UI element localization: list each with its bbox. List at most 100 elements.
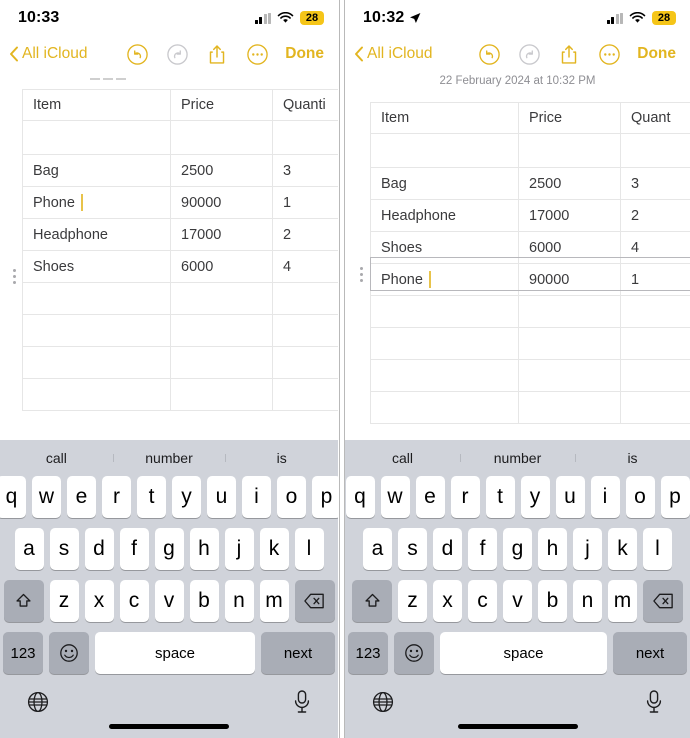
column-header-quantity[interactable]: Quanti bbox=[272, 89, 338, 121]
key-d[interactable]: d bbox=[84, 528, 114, 570]
cell-item[interactable]: Shoes bbox=[370, 231, 519, 264]
column-header-quantity[interactable]: Quant bbox=[620, 102, 690, 134]
cell-item[interactable] bbox=[22, 314, 171, 347]
key-l[interactable]: l bbox=[643, 528, 672, 570]
cell-price[interactable] bbox=[170, 120, 273, 155]
cell-quantity[interactable]: 1 bbox=[620, 263, 690, 296]
cell-price[interactable] bbox=[170, 282, 273, 315]
key-o[interactable]: o bbox=[625, 476, 655, 518]
cell-quantity[interactable] bbox=[272, 120, 338, 155]
back-button-left[interactable]: All iCloud bbox=[0, 45, 87, 63]
cell-quantity[interactable]: 4 bbox=[272, 250, 338, 283]
cell-quantity[interactable] bbox=[272, 282, 338, 315]
cell-item[interactable] bbox=[370, 391, 519, 424]
table-row[interactable]: Bag 2500 3 bbox=[22, 154, 338, 187]
key-d[interactable]: d bbox=[433, 528, 462, 570]
cell-price[interactable] bbox=[518, 359, 621, 392]
key-i[interactable]: i bbox=[242, 476, 271, 518]
row-drag-handle-left[interactable] bbox=[8, 260, 20, 292]
numeric-key-left[interactable]: 123 bbox=[3, 632, 43, 674]
cell-price[interactable]: 2500 bbox=[170, 154, 273, 187]
key-e[interactable]: e bbox=[415, 476, 445, 518]
cell-quantity[interactable] bbox=[620, 133, 690, 168]
key-q[interactable]: q bbox=[345, 476, 375, 518]
key-n[interactable]: n bbox=[573, 580, 602, 622]
key-a[interactable]: a bbox=[363, 528, 392, 570]
cell-item[interactable] bbox=[370, 359, 519, 392]
share-button-left[interactable] bbox=[197, 43, 237, 66]
delete-key-left[interactable] bbox=[294, 580, 335, 622]
key-e[interactable]: e bbox=[67, 476, 96, 518]
cell-price[interactable]: 17000 bbox=[518, 199, 621, 232]
key-q[interactable]: q bbox=[0, 476, 26, 518]
cell-quantity[interactable] bbox=[272, 346, 338, 379]
key-i[interactable]: i bbox=[590, 476, 620, 518]
done-button-left[interactable]: Done bbox=[277, 45, 338, 63]
key-n[interactable]: n bbox=[224, 580, 254, 622]
prediction-1[interactable]: call bbox=[0, 450, 113, 466]
back-button-right[interactable]: All iCloud bbox=[345, 45, 432, 63]
cell-price[interactable] bbox=[518, 295, 621, 328]
cell-price[interactable] bbox=[518, 327, 621, 360]
cell-quantity[interactable]: 2 bbox=[272, 218, 338, 251]
cell-item[interactable]: Phone bbox=[370, 263, 519, 296]
key-v[interactable]: v bbox=[154, 580, 184, 622]
key-k[interactable]: k bbox=[608, 528, 637, 570]
key-r[interactable]: r bbox=[450, 476, 480, 518]
key-x[interactable]: x bbox=[433, 580, 462, 622]
cell-quantity[interactable]: 1 bbox=[272, 186, 338, 219]
table-row[interactable] bbox=[22, 346, 338, 379]
prediction-3[interactable]: is bbox=[225, 450, 338, 466]
key-f[interactable]: f bbox=[468, 528, 497, 570]
table-row[interactable] bbox=[22, 282, 338, 315]
key-g[interactable]: g bbox=[154, 528, 184, 570]
cell-quantity[interactable] bbox=[620, 295, 690, 328]
cell-quantity[interactable]: 4 bbox=[620, 231, 690, 264]
cell-price[interactable]: 17000 bbox=[170, 218, 273, 251]
key-c[interactable]: c bbox=[119, 580, 149, 622]
shift-key-right[interactable] bbox=[352, 580, 392, 622]
table-row-editing[interactable]: Phone 90000 1 bbox=[370, 263, 690, 296]
cell-price[interactable]: 6000 bbox=[170, 250, 273, 283]
table-row[interactable] bbox=[370, 359, 690, 392]
key-v[interactable]: v bbox=[503, 580, 532, 622]
redo-button-left[interactable] bbox=[157, 43, 197, 66]
key-x[interactable]: x bbox=[84, 580, 114, 622]
key-p[interactable]: p bbox=[312, 476, 338, 518]
table-row-editing[interactable]: Phone 90000 1 bbox=[22, 186, 338, 219]
cell-item[interactable] bbox=[22, 378, 171, 411]
column-header-price[interactable]: Price bbox=[518, 102, 621, 134]
table-row[interactable] bbox=[22, 378, 338, 411]
table-row[interactable]: Shoes 6000 4 bbox=[370, 231, 690, 264]
undo-button-left[interactable] bbox=[117, 43, 157, 66]
cell-price[interactable]: 2500 bbox=[518, 167, 621, 200]
cell-price[interactable]: 90000 bbox=[518, 263, 621, 296]
key-s[interactable]: s bbox=[398, 528, 427, 570]
more-button-left[interactable] bbox=[237, 43, 277, 66]
column-header-item[interactable]: Item bbox=[22, 89, 171, 121]
key-u[interactable]: u bbox=[207, 476, 236, 518]
next-key-left[interactable]: next bbox=[261, 632, 335, 674]
key-b[interactable]: b bbox=[538, 580, 567, 622]
table-right[interactable]: Item Price Quant Bag 2500 3 Headphone 17… bbox=[370, 102, 690, 424]
cell-item[interactable]: Shoes bbox=[22, 250, 171, 283]
table-row[interactable] bbox=[370, 295, 690, 328]
cell-item[interactable]: Bag bbox=[370, 167, 519, 200]
key-b[interactable]: b bbox=[189, 580, 219, 622]
cell-price[interactable] bbox=[170, 378, 273, 411]
cell-item[interactable]: Headphone bbox=[22, 218, 171, 251]
cell-item[interactable]: Phone bbox=[22, 186, 171, 219]
key-m[interactable]: m bbox=[608, 580, 637, 622]
emoji-key-left[interactable] bbox=[49, 632, 89, 674]
more-button-right[interactable] bbox=[589, 43, 629, 66]
prediction-2[interactable]: number bbox=[460, 450, 575, 466]
done-button-right[interactable]: Done bbox=[629, 45, 690, 63]
cell-price[interactable] bbox=[518, 133, 621, 168]
key-w[interactable]: w bbox=[380, 476, 410, 518]
prediction-1[interactable]: call bbox=[345, 450, 460, 466]
cell-quantity[interactable]: 3 bbox=[620, 167, 690, 200]
emoji-key-right[interactable] bbox=[394, 632, 434, 674]
table-row[interactable] bbox=[370, 327, 690, 360]
space-key-right[interactable]: space bbox=[440, 632, 607, 674]
key-z[interactable]: z bbox=[398, 580, 427, 622]
